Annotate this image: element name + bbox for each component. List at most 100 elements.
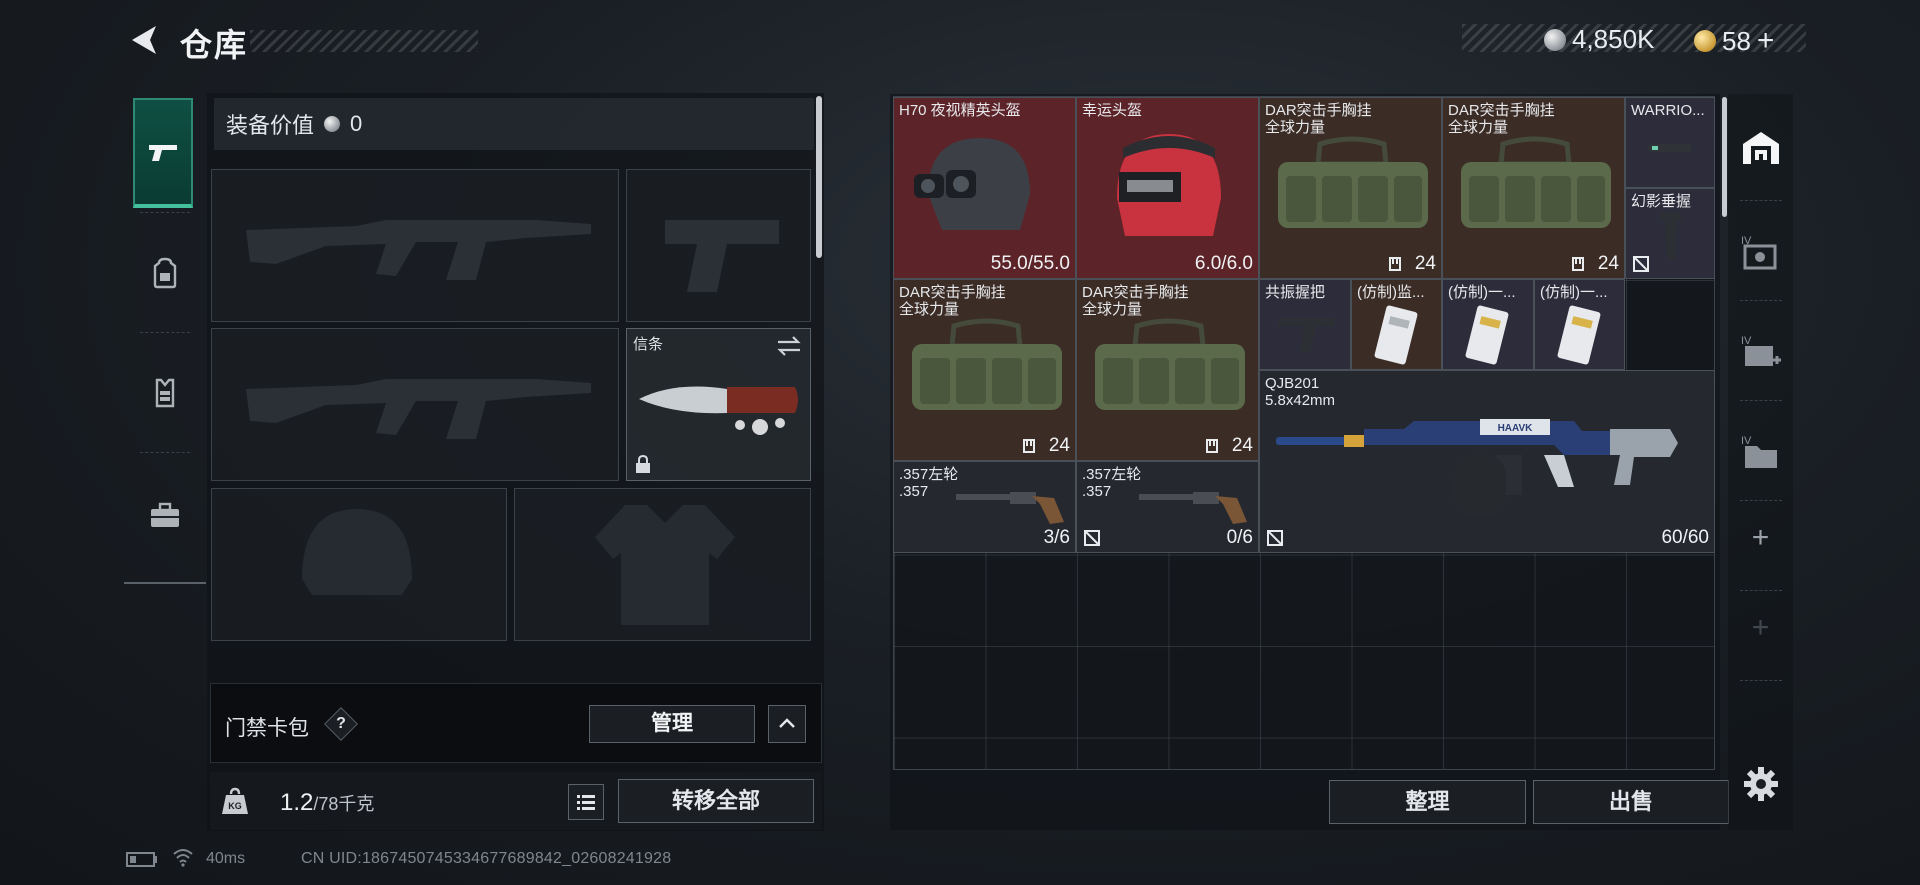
list-icon (577, 795, 595, 810)
rig-capacity-icon (1023, 439, 1035, 453)
slot-melee[interactable]: 信条 (626, 328, 811, 481)
tab-storage-2[interactable]: IV (1728, 304, 1793, 400)
ping-indicator: 40ms (206, 850, 246, 867)
slot-body-armor[interactable] (514, 488, 811, 641)
inventory-item-access-card[interactable]: (仿制)监... (1351, 279, 1442, 370)
tab-storage-1[interactable]: IV (1728, 204, 1793, 300)
item-name: DAR突击手胸挂 全球力量 (899, 284, 1006, 318)
collapse-button[interactable] (768, 705, 806, 743)
list-view-button[interactable] (568, 784, 604, 820)
revolver-icon (1139, 492, 1247, 524)
rig-capacity-icon (1572, 257, 1584, 271)
slot-primary-weapon-1[interactable] (211, 169, 619, 322)
access-card-icon (1465, 305, 1509, 365)
page-title: 仓库 (180, 27, 249, 63)
item-capacity: 24 (1414, 253, 1436, 274)
back-arrow-icon[interactable] (126, 22, 162, 58)
chest-rig-icon (1278, 136, 1428, 228)
inventory-item-chest-rig[interactable]: DAR突击手胸挂 全球力量 24 (1259, 97, 1442, 279)
item-name: DAR突击手胸挂 全球力量 (1082, 284, 1189, 318)
storage-add-icon: IV (1741, 335, 1781, 366)
item-name: QJB201 5.8x42mm (1265, 375, 1336, 409)
grip-icon (1278, 318, 1334, 352)
inventory-scrollbar[interactable] (1722, 97, 1727, 217)
nav-item-weapons[interactable] (133, 98, 193, 208)
silver-coin-icon (1544, 28, 1566, 51)
gold-currency[interactable]: 58 + (1694, 24, 1774, 58)
gear-icon[interactable] (1743, 766, 1779, 802)
item-name: (仿制)一... (1448, 284, 1516, 301)
lock-icon (636, 454, 650, 473)
inventory-item-chest-rig[interactable]: DAR突击手胸挂 全球力量 24 (1442, 97, 1625, 279)
tab-warehouse[interactable] (1728, 100, 1793, 196)
no-trade-icon (1633, 256, 1649, 272)
weight-max: /78千克 (313, 794, 375, 814)
manage-button[interactable]: 管理 (589, 705, 755, 743)
revolver-icon (956, 492, 1064, 524)
item-name: DAR突击手胸挂 全球力量 (1265, 102, 1372, 136)
weight-icon: KG (222, 787, 248, 814)
machine-gun-icon: HAAVK (1276, 419, 1678, 517)
tab-storage-3[interactable]: IV (1728, 404, 1793, 500)
nav-item-chest-rig[interactable] (124, 338, 206, 448)
vertical-grip-icon (1660, 213, 1682, 259)
access-card-icon (1557, 305, 1601, 365)
slot-sidearm[interactable] (626, 169, 811, 322)
item-durability: 55.0/55.0 (990, 253, 1070, 274)
inventory-item-chest-rig[interactable]: DAR突击手胸挂 全球力量 24 (1076, 279, 1259, 461)
rig-capacity-icon (1206, 439, 1218, 453)
loadout-scrollbar[interactable] (816, 96, 822, 258)
inventory-item-chest-rig[interactable]: DAR突击手胸挂 全球力量 24 (893, 279, 1076, 461)
item-name: 共振握把 (1265, 284, 1326, 301)
warehouse-icon (1742, 132, 1779, 164)
svg-text:KG: KG (228, 801, 242, 811)
category-nav (124, 88, 206, 584)
inventory-item-suppressor[interactable]: WARRIO... (1625, 97, 1715, 188)
swap-arrows-icon[interactable] (776, 335, 802, 357)
sort-button[interactable]: 整理 (1329, 780, 1526, 824)
nav-item-case[interactable] (124, 460, 206, 570)
inventory-item-revolver[interactable]: .357左轮 .357 3/6 (893, 461, 1076, 553)
inventory-item-access-card[interactable]: (仿制)一... (1442, 279, 1534, 370)
help-icon[interactable]: ? (324, 707, 358, 741)
inventory-item-lucky-helmet[interactable]: 幸运头盔 6.0/6.0 (1076, 97, 1259, 279)
silver-currency[interactable]: 4,850K (1544, 24, 1654, 55)
add-currency-button[interactable]: + (1757, 24, 1775, 58)
item-capacity: 24 (1231, 435, 1253, 456)
wifi-icon (173, 849, 193, 867)
add-storage-button[interactable]: + (1728, 490, 1793, 586)
chest-rig-icon (1095, 318, 1245, 410)
inventory-item-resonance-grip[interactable]: 共振握把 (1259, 279, 1351, 370)
suppressor-icon (1648, 144, 1692, 152)
keycard-bar: 门禁卡包 ? 管理 (210, 683, 822, 763)
inventory-item-nvg-helmet[interactable]: H70 夜视精英头盔 55.0/55.0 (893, 97, 1076, 279)
no-trade-icon (1084, 530, 1100, 546)
slot-helmet[interactable] (211, 488, 507, 641)
item-name: 幻影垂握 (1631, 193, 1692, 210)
inventory-item-access-card[interactable]: (仿制)一... (1534, 279, 1625, 370)
chest-rig-icon (912, 318, 1062, 410)
knife-icon (639, 386, 798, 435)
title-decoration (250, 30, 478, 52)
silver-coin-icon (324, 116, 341, 132)
item-name: (仿制)一... (1540, 284, 1608, 301)
inventory-item-vertical-grip[interactable]: 幻影垂握 (1625, 188, 1715, 279)
item-ammo: 3/6 (1043, 527, 1070, 548)
assault-rifle-icon (246, 220, 591, 280)
access-card-icon (1374, 305, 1418, 365)
weight-row: KG 1.2/78千克 转移全部 (210, 772, 822, 830)
sell-button[interactable]: 出售 (1533, 780, 1729, 824)
equipment-value: 0 (350, 111, 363, 136)
briefcase-icon (151, 502, 179, 527)
storage-tabs: IV IV IV + + (1728, 94, 1793, 830)
item-capacity: 24 (1597, 253, 1619, 274)
storage-tier: IV (1741, 435, 1752, 447)
backpack-icon (153, 257, 177, 289)
inventory-item-qjb201[interactable]: QJB201 5.8x42mm HAAVK 60/60 (1259, 370, 1715, 553)
slot-primary-weapon-2[interactable] (211, 328, 619, 481)
transfer-all-button[interactable]: 转移全部 (618, 779, 814, 823)
item-name: H70 夜视精英头盔 (899, 102, 1021, 119)
storage-crate-icon: IV (1741, 235, 1776, 270)
nav-item-backpack[interactable] (124, 218, 206, 328)
inventory-item-revolver[interactable]: .357左轮 .357 0/6 (1076, 461, 1259, 553)
